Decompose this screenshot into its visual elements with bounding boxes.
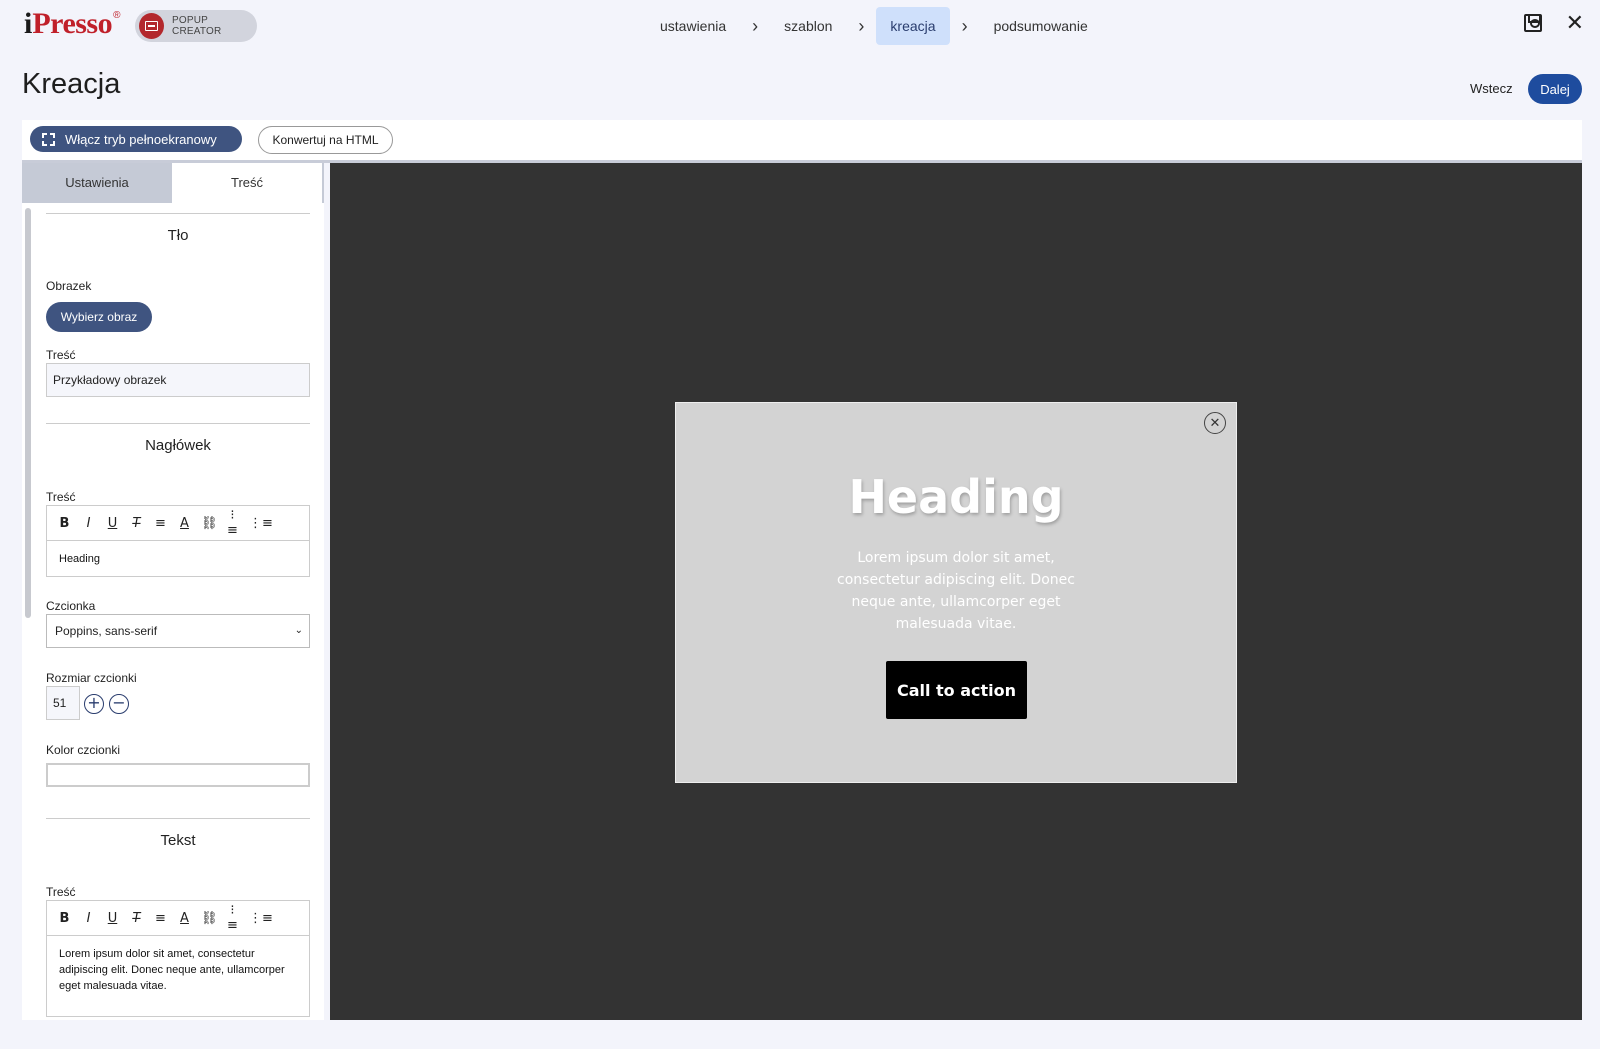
text-rich-editor[interactable]: B I U T̶ ≡ A ⛓ ⁝≡ ⋮≡ Lorem ipsum dolor s… (46, 900, 310, 1017)
bg-content-input[interactable]: Przykładowy obrazek (46, 363, 310, 397)
panel-scrollbar[interactable] (25, 208, 31, 618)
step-szablon[interactable]: szablon (770, 7, 846, 45)
call-to-action-button[interactable]: Call to action (886, 661, 1027, 719)
font-select[interactable]: Poppins, sans-serif ⌄ (46, 614, 310, 648)
wizard-steps: ustawienia › szablon › kreacja › podsumo… (660, 7, 1102, 45)
font-color-input[interactable] (46, 763, 310, 787)
bold-icon[interactable]: B (57, 911, 72, 926)
fullscreen-button[interactable]: Włącz tryb pełnoekranowy (30, 126, 242, 152)
italic-icon[interactable]: I (81, 516, 96, 531)
logo-i: i (24, 7, 33, 40)
bullet-list-icon[interactable]: ⋮≡ (249, 911, 273, 926)
chevron-right-icon: › (858, 15, 865, 36)
text-content-label: Treść (46, 885, 76, 899)
font-size-input[interactable]: 51 (46, 686, 80, 720)
section-title-tekst: Tekst (160, 832, 196, 849)
bg-content-label: Treść (46, 348, 76, 362)
popup-window-icon (139, 13, 165, 39)
underline-icon[interactable]: U (105, 516, 120, 531)
minus-icon[interactable]: − (109, 694, 129, 714)
section-title-naglowek: Nagłówek (145, 437, 211, 454)
logo-registered: ® (113, 10, 121, 21)
choose-image-button[interactable]: Wybierz obraz (46, 302, 152, 332)
section-title-tlo: Tło (167, 227, 189, 244)
clear-format-icon[interactable]: T̶ (129, 516, 144, 531)
align-icon[interactable]: ≡ (153, 516, 168, 531)
font-size-label: Rozmiar czcionki (46, 671, 137, 685)
chevron-right-icon: › (752, 15, 759, 36)
fullscreen-icon (42, 132, 55, 146)
align-icon[interactable]: ≡ (153, 911, 168, 926)
clear-format-icon[interactable]: T̶ (129, 911, 144, 926)
top-actions: ✕ (1523, 12, 1584, 34)
panel-tabs: Ustawienia Treść (22, 163, 324, 203)
underline-icon[interactable]: U (105, 911, 120, 926)
popup-preview[interactable]: ✕ Heading Lorem ipsum dolor sit amet, co… (675, 402, 1237, 783)
plus-icon[interactable]: + (84, 694, 104, 714)
image-label: Obrazek (46, 279, 92, 293)
logo-text: Presso (32, 7, 113, 40)
font-label: Czcionka (46, 599, 96, 613)
text-editor-body[interactable]: Lorem ipsum dolor sit amet, consectetur … (47, 936, 309, 1016)
convert-html-button[interactable]: Konwertuj na HTML (258, 126, 393, 154)
section-divider (46, 423, 310, 424)
bold-icon[interactable]: B (57, 516, 72, 531)
font-select-value: Poppins, sans-serif (55, 624, 158, 638)
popup-close-icon[interactable]: ✕ (1204, 412, 1226, 434)
ordered-list-icon[interactable]: ⁝≡ (225, 903, 240, 933)
badge-label: POPUP CREATOR (172, 15, 222, 37)
back-button[interactable]: Wstecz (1470, 81, 1513, 96)
bullet-list-icon[interactable]: ⋮≡ (249, 516, 273, 531)
step-kreacja[interactable]: kreacja (876, 7, 950, 45)
section-divider (46, 818, 310, 819)
section-divider (46, 213, 310, 214)
chevron-down-icon: ⌄ (294, 625, 303, 636)
top-bar: i Presso ® POPUP CREATOR ustawienia › szab… (0, 0, 1600, 52)
editor-toolbar: B I U T̶ ≡ A ⛓ ⁝≡ ⋮≡ (47, 901, 309, 936)
text-color-icon[interactable]: A (177, 911, 192, 926)
heading-rich-editor[interactable]: B I U T̶ ≡ A ⛓ ⁝≡ ⋮≡ Heading (46, 505, 310, 577)
editor-toolbar: B I U T̶ ≡ A ⛓ ⁝≡ ⋮≡ (47, 506, 309, 541)
italic-icon[interactable]: I (81, 911, 96, 926)
save-icon[interactable] (1523, 14, 1542, 32)
ipresso-logo: i Presso ® (24, 6, 120, 42)
chevron-right-icon: › (961, 15, 968, 36)
popup-heading[interactable]: Heading (676, 470, 1236, 524)
next-button[interactable]: Dalej (1528, 74, 1582, 104)
link-icon[interactable]: ⛓ (201, 911, 218, 926)
preview-canvas: ✕ Heading Lorem ipsum dolor sit amet, co… (330, 163, 1582, 1020)
link-icon[interactable]: ⛓ (201, 516, 218, 531)
popup-text[interactable]: Lorem ipsum dolor sit amet, consectetur … (831, 547, 1081, 635)
text-color-icon[interactable]: A (177, 516, 192, 531)
close-icon[interactable]: ✕ (1566, 12, 1584, 34)
side-panel: Ustawienia Treść Tło Obrazek Wybierz obr… (22, 163, 324, 1020)
editor-toolbar: Włącz tryb pełnoekranowy Konwertuj na HT… (22, 120, 1582, 160)
tab-tresc[interactable]: Treść (172, 163, 322, 203)
step-ustawienia[interactable]: ustawienia (660, 7, 740, 45)
popup-creator-badge: POPUP CREATOR (135, 10, 257, 42)
step-podsumowanie[interactable]: podsumowanie (980, 7, 1102, 45)
tab-ustawienia[interactable]: Ustawienia (22, 163, 172, 203)
font-color-label: Kolor czcionki (46, 743, 121, 757)
ordered-list-icon[interactable]: ⁝≡ (225, 508, 240, 538)
page-title: Kreacja (22, 68, 121, 100)
heading-editor-body[interactable]: Heading (47, 541, 309, 576)
fullscreen-label: Włącz tryb pełnoekranowy (65, 131, 217, 147)
heading-content-label: Treść (46, 490, 76, 504)
